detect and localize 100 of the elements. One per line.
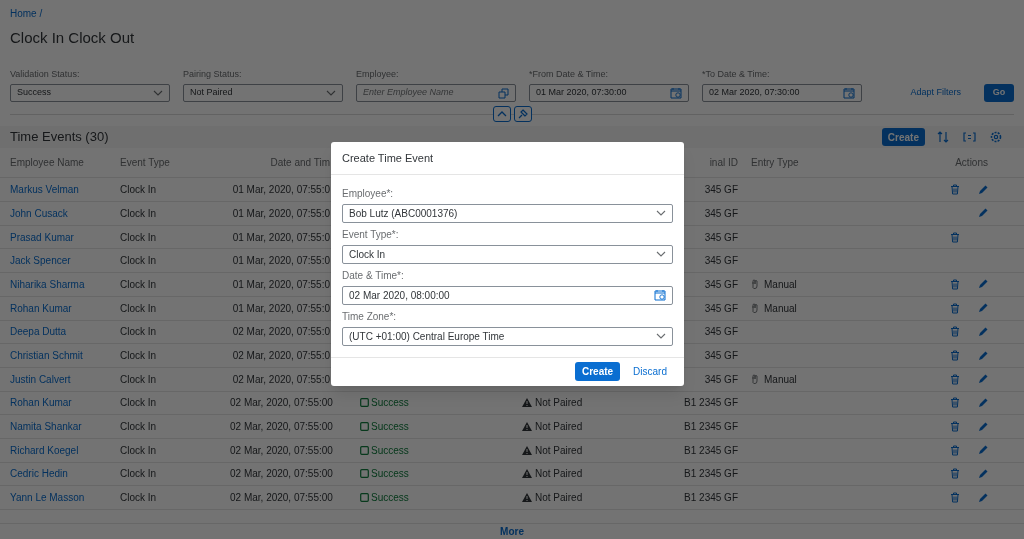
trash-icon[interactable] xyxy=(950,278,960,290)
pencil-icon[interactable] xyxy=(978,303,988,314)
filter-label: Employee: xyxy=(356,67,399,81)
table-cell: 01 Mar, 2020, 07:55:0 xyxy=(232,255,330,267)
pin-button[interactable] xyxy=(513,106,532,122)
pencil-icon[interactable] xyxy=(978,468,988,479)
table-cell: Clock In xyxy=(120,397,157,409)
employee-link[interactable]: Niharika Sharma xyxy=(10,278,85,290)
table-cell: 02 Mar, 2020, 07:55:00 xyxy=(230,492,333,504)
table-cell: 02 Mar, 2020, 07:55:0 xyxy=(232,373,330,385)
employee-link[interactable]: Yann Le Masson xyxy=(10,492,85,504)
dropdown[interactable]: Clock In xyxy=(342,244,673,264)
settings-icon[interactable] xyxy=(990,131,1002,144)
trash-icon[interactable] xyxy=(950,373,960,385)
table-cell: Clock In xyxy=(120,421,157,433)
filter-dropdown[interactable]: Success xyxy=(10,84,170,102)
date-time-input[interactable]: 02 Mar 2020, 08:00:00 xyxy=(342,285,673,305)
status-text: Success xyxy=(371,396,409,411)
pencil-icon[interactable] xyxy=(978,208,988,219)
chevron-down-icon xyxy=(656,333,666,339)
status-text: Success xyxy=(371,420,409,435)
trash-icon[interactable] xyxy=(950,468,960,480)
employee-link[interactable]: Deepa Dutta xyxy=(10,326,67,338)
pencil-icon[interactable] xyxy=(978,492,988,503)
table-cell: 345 GF xyxy=(704,350,738,362)
table-cell: 345 GF xyxy=(704,255,738,267)
trash-icon[interactable] xyxy=(950,326,960,338)
discard-button[interactable]: Discard xyxy=(626,362,674,381)
employee-link[interactable]: Namita Shankar xyxy=(10,421,82,433)
table-cell: 02 Mar, 2020, 07:55:00 xyxy=(230,421,333,433)
table-cell: 345 GF xyxy=(704,373,738,385)
table-cell: Clock In xyxy=(120,184,157,196)
employee-link[interactable]: Christian Schmit xyxy=(10,350,83,362)
table-cell: 02 Mar, 2020, 07:55:0 xyxy=(232,350,330,362)
pencil-icon[interactable] xyxy=(978,326,988,337)
filter-label: *To Date & Time: xyxy=(702,67,770,81)
chevron-down-icon xyxy=(656,251,666,257)
column-header: Actions xyxy=(955,157,988,169)
table-cell: B1 2345 GF xyxy=(684,492,738,504)
dropdown[interactable]: (UTC +01:00) Central Europe Time xyxy=(342,326,673,346)
warning-icon xyxy=(522,469,532,479)
create-button[interactable]: Create xyxy=(881,128,925,147)
employee-link[interactable]: Rohan Kumar xyxy=(10,302,72,314)
columns-icon[interactable] xyxy=(963,132,976,143)
trash-icon[interactable] xyxy=(950,350,960,362)
table-cell-text: Manual xyxy=(764,301,797,316)
table-cell: 02 Mar, 2020, 07:55:00 xyxy=(230,397,333,409)
hand-icon xyxy=(751,374,759,385)
employee-link[interactable]: Cedric Hedin xyxy=(10,468,68,480)
trash-icon[interactable] xyxy=(950,184,960,196)
employee-link[interactable]: Jack Spencer xyxy=(10,255,71,267)
pencil-icon[interactable] xyxy=(978,279,988,290)
filter-input[interactable]: Enter Employee Name xyxy=(356,84,516,102)
table-cell: 345 GF xyxy=(704,207,738,219)
pencil-icon[interactable] xyxy=(978,184,988,195)
trash-icon[interactable] xyxy=(950,397,960,409)
status-text: Not Paired xyxy=(535,396,583,411)
square-icon xyxy=(360,445,369,455)
pencil-icon[interactable] xyxy=(978,350,988,361)
trash-icon[interactable] xyxy=(950,302,960,314)
employee-link[interactable]: Richard Koegel xyxy=(10,444,79,456)
filter-input[interactable]: 02 Mar 2020, 07:30:00 xyxy=(702,84,862,102)
filter-dropdown[interactable]: Not Paired xyxy=(183,84,343,102)
adapt-filters-link[interactable]: Adapt Filters xyxy=(910,84,961,102)
filter-label: Pairing Status: xyxy=(183,67,242,81)
square-icon xyxy=(360,422,369,432)
employee-link[interactable]: Markus Velman xyxy=(10,184,79,196)
table-cell: Clock In xyxy=(120,444,157,456)
trash-icon[interactable] xyxy=(950,444,960,456)
page-title: Clock In Clock Out xyxy=(10,28,135,48)
pencil-icon[interactable] xyxy=(978,374,988,385)
sort-icon[interactable] xyxy=(937,131,949,144)
pencil-icon[interactable] xyxy=(978,445,988,456)
pencil-icon[interactable] xyxy=(978,397,988,408)
employee-link[interactable]: John Cusack xyxy=(10,207,68,219)
filter-input[interactable]: 01 Mar 2020, 07:30:00 xyxy=(529,84,689,102)
table-cell-text: Manual xyxy=(764,277,797,292)
table-cell: Clock In xyxy=(120,326,157,338)
more-button[interactable]: More xyxy=(498,524,526,539)
employee-link[interactable]: Rohan Kumar xyxy=(10,397,72,409)
status-text: Success xyxy=(371,467,409,482)
go-button[interactable]: Go xyxy=(984,84,1014,102)
pencil-icon[interactable] xyxy=(978,421,988,432)
collapse-button[interactable] xyxy=(492,106,511,122)
column-header: Entry Type xyxy=(751,157,799,169)
table-cell: Clock In xyxy=(120,373,157,385)
dropdown[interactable]: Bob Lutz (ABC0001376) xyxy=(342,203,673,223)
table-cell: 345 GF xyxy=(704,326,738,338)
table-cell: B1 2345 GF xyxy=(684,468,738,480)
breadcrumb-link[interactable]: Home / xyxy=(10,6,43,21)
trash-icon[interactable] xyxy=(950,492,960,504)
status-text: Not Paired xyxy=(535,467,583,482)
trash-icon[interactable] xyxy=(950,421,960,433)
hand-icon xyxy=(751,279,759,290)
warning-icon xyxy=(522,445,532,455)
create-button[interactable]: Create xyxy=(574,362,621,381)
employee-link[interactable]: Prasad Kumar xyxy=(10,231,74,243)
trash-icon[interactable] xyxy=(950,231,960,243)
calendar-icon xyxy=(843,87,855,99)
employee-link[interactable]: Justin Calvert xyxy=(10,373,71,385)
